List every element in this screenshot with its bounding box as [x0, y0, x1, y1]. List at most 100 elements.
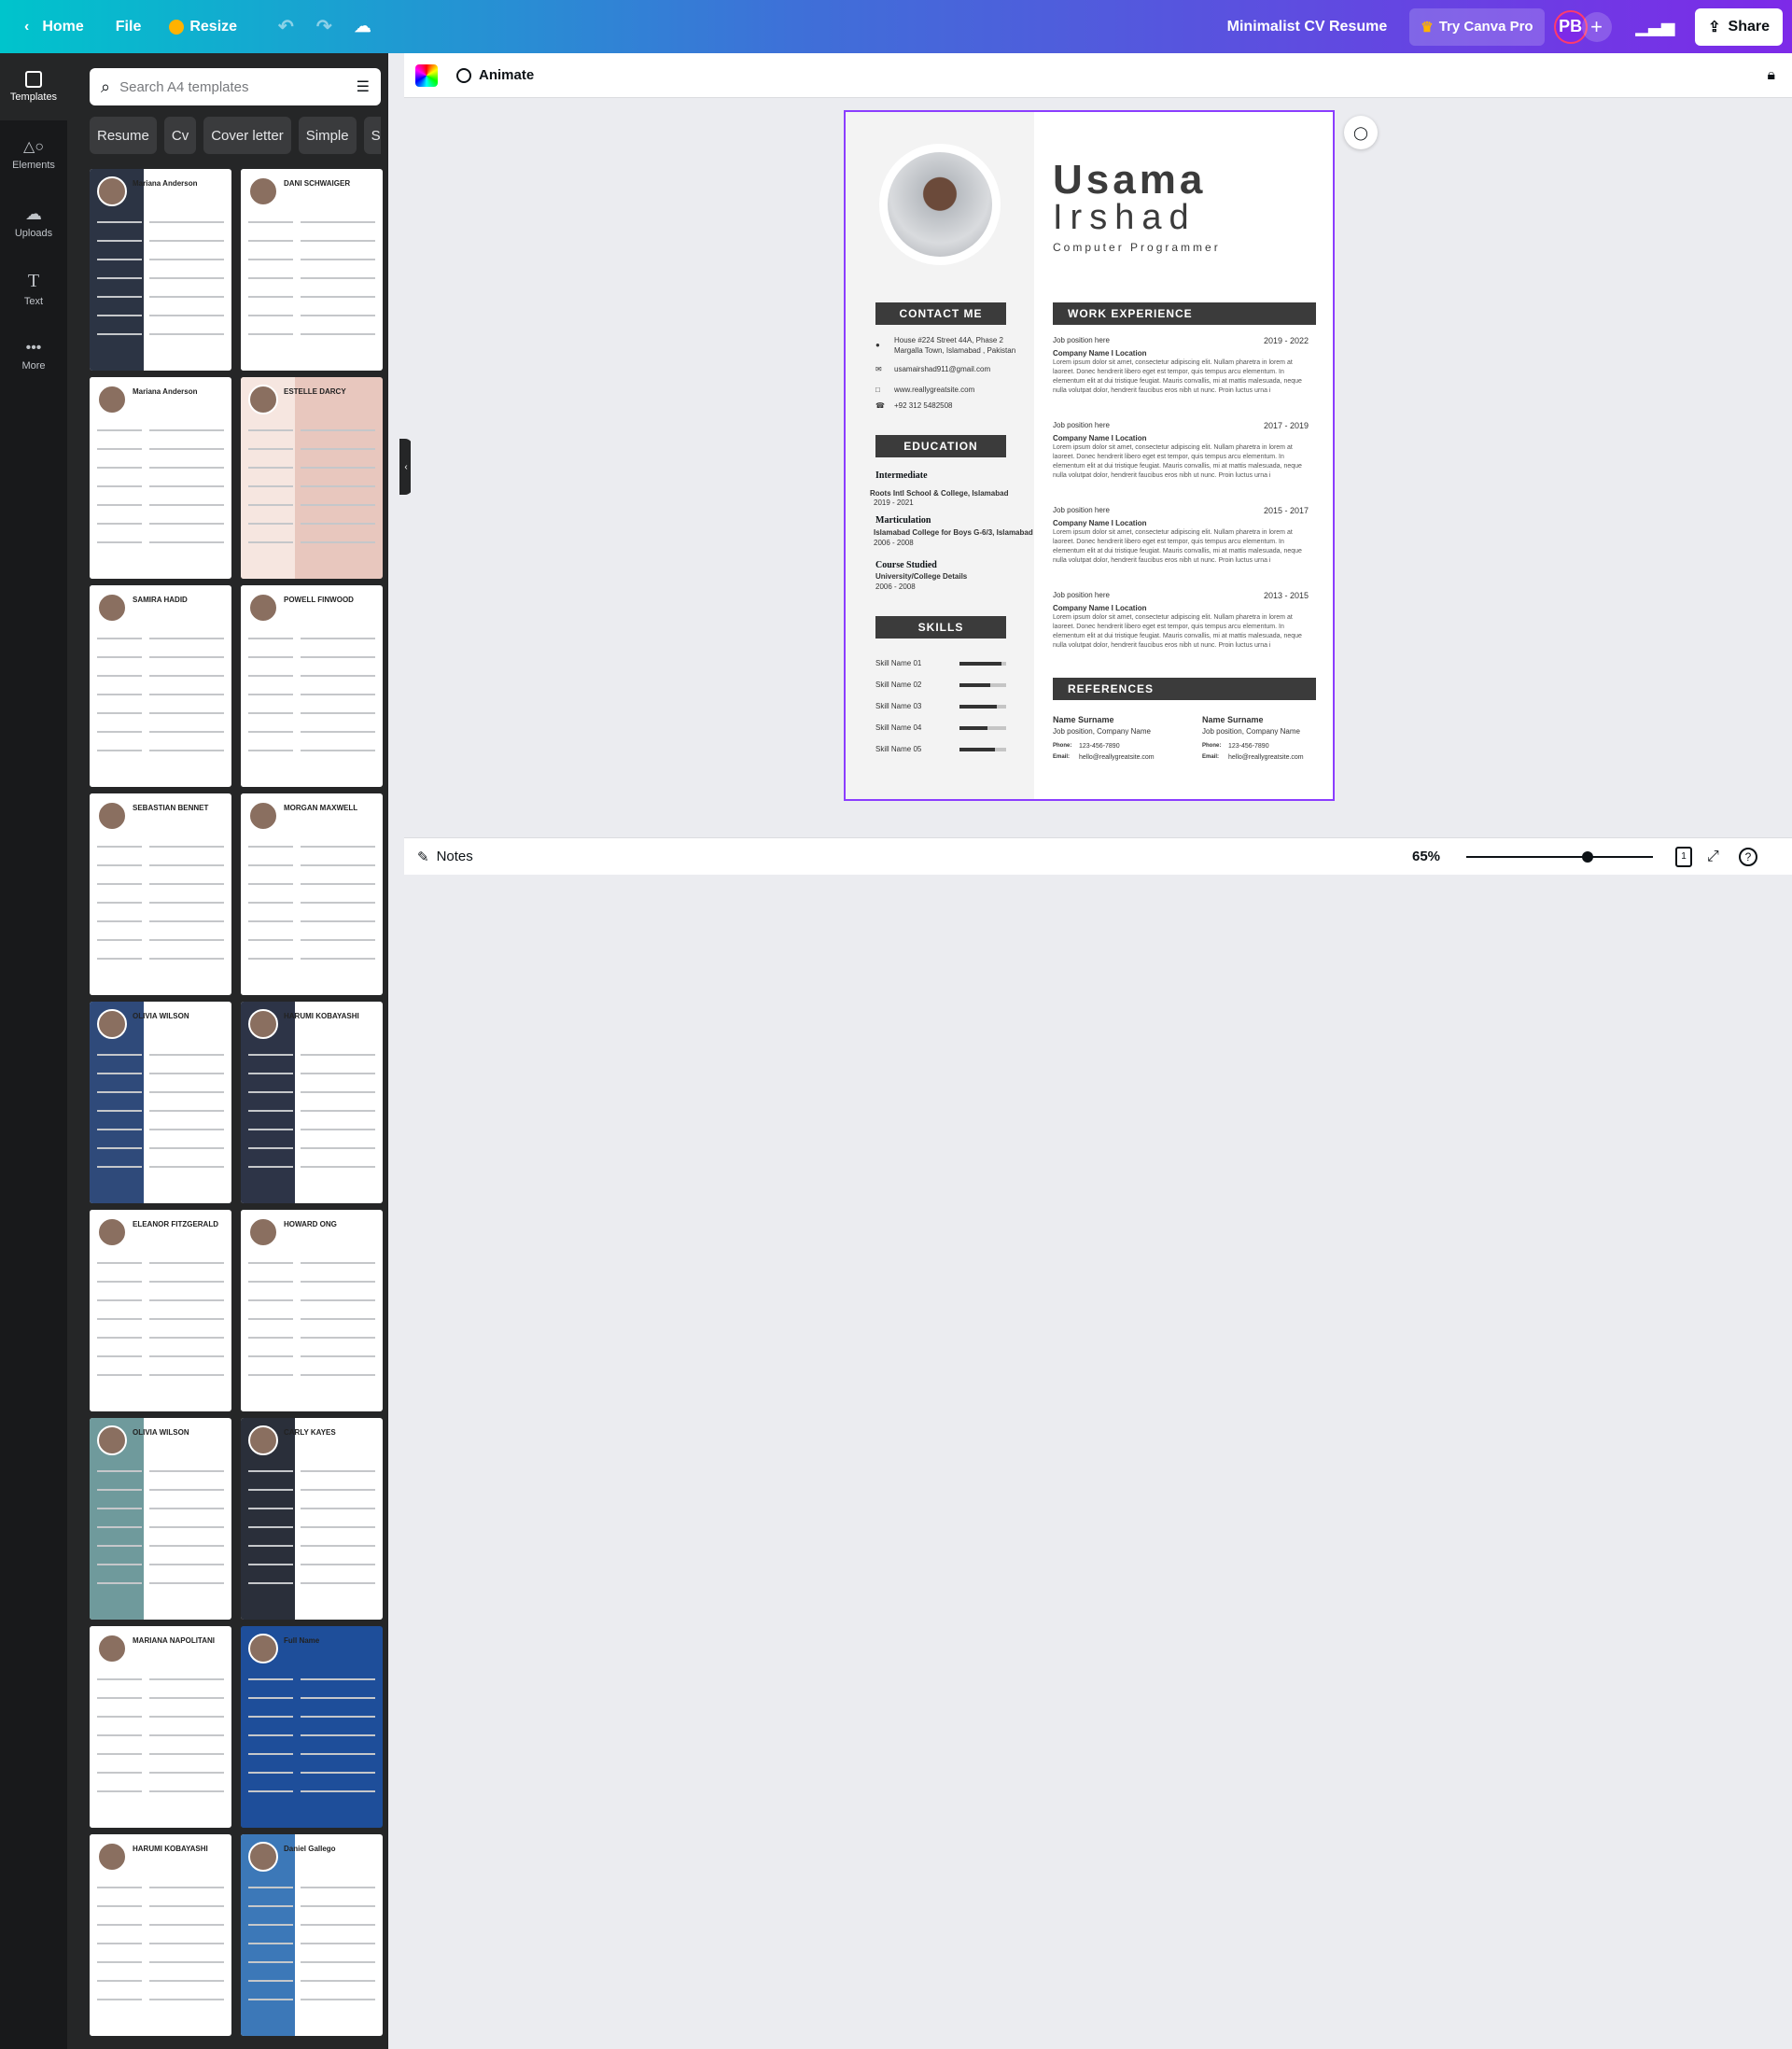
chip-cv[interactable]: Cv — [163, 117, 197, 154]
job-company[interactable]: Company Name I Location — [1053, 349, 1146, 358]
contact-address[interactable]: House #224 Street 44A, Phase 2 Margalla … — [894, 336, 1025, 357]
edu-years[interactable]: 2006 - 2008 — [875, 582, 916, 593]
education-header[interactable]: EDUCATION — [875, 435, 1006, 457]
fullscreen-icon[interactable]: ⤢ — [1707, 849, 1719, 865]
references-header[interactable]: REFERENCES — [1053, 678, 1316, 700]
rail-more[interactable]: ••• More — [0, 322, 67, 389]
redo-icon[interactable]: ↷ — [305, 8, 343, 46]
chip-cover-letter[interactable]: Cover letter — [203, 117, 291, 154]
rail-templates[interactable]: Templates — [0, 53, 67, 120]
add-collaborator-button[interactable]: + — [1581, 11, 1612, 42]
zoom-slider-knob[interactable] — [1582, 851, 1593, 863]
undo-icon[interactable]: ↶ — [267, 8, 305, 46]
lock-icon[interactable]: 🔒︎ — [1767, 67, 1775, 84]
edu-title[interactable]: Marticulation — [875, 515, 931, 526]
filter-icon[interactable]: ☰ — [357, 77, 370, 96]
template-thumbnail[interactable]: HARUMI KOBAYASHI — [90, 1834, 231, 2036]
contact-phone[interactable]: +92 312 5482508 — [894, 401, 953, 412]
profile-photo[interactable] — [879, 144, 1001, 265]
skill-name[interactable]: Skill Name 02 — [875, 681, 921, 691]
job-position[interactable]: Job position here — [1053, 421, 1110, 429]
template-thumbnail[interactable]: OLIVIA WILSON — [90, 1418, 231, 1620]
job-company[interactable]: Company Name I Location — [1053, 519, 1146, 527]
work-header[interactable]: WORK EXPERIENCE — [1053, 302, 1316, 325]
rail-elements[interactable]: △○ Elements — [0, 120, 67, 188]
resume-page[interactable]: Usama Irshad Computer Programmer CONTACT… — [844, 110, 1335, 801]
job-years[interactable]: 2017 - 2019 — [1264, 421, 1309, 430]
template-thumbnail[interactable]: Mariana Anderson — [90, 169, 231, 371]
job-position[interactable]: Job position here — [1053, 506, 1110, 514]
edu-title[interactable]: Course Studied — [875, 560, 937, 570]
share-button[interactable]: ⇪ Share — [1695, 7, 1783, 46]
skills-header[interactable]: SKILLS — [875, 616, 1006, 639]
help-icon[interactable]: ? — [1739, 847, 1757, 866]
contact-email[interactable]: usamairshad911@gmail.com — [894, 365, 990, 375]
contact-header[interactable]: CONTACT ME — [875, 302, 1006, 325]
skill-name[interactable]: Skill Name 03 — [875, 702, 921, 712]
ref-phone-label[interactable]: Phone: — [1202, 743, 1221, 749]
chip-resume[interactable]: Resume — [90, 117, 157, 154]
insights-icon[interactable]: ▁▃▅ — [1625, 8, 1687, 46]
chip-simple[interactable]: Simple — [298, 117, 357, 154]
ref-phone-label[interactable]: Phone: — [1053, 743, 1071, 749]
template-thumbnail[interactable]: Full Name — [241, 1626, 383, 1828]
edu-place[interactable]: Islamabad College for Boys G-6/3, Islama… — [874, 528, 1033, 539]
ref-email[interactable]: hello@reallygreatsite.com — [1228, 754, 1304, 761]
animate-button[interactable]: Animate — [456, 67, 534, 83]
edu-title[interactable]: Intermediate — [875, 470, 928, 481]
resume-last-name[interactable]: Irshad — [1053, 198, 1197, 238]
ref-phone[interactable]: 123-456-7890 — [1228, 743, 1269, 750]
ref-email[interactable]: hello@reallygreatsite.com — [1079, 754, 1155, 761]
edu-years[interactable]: 2006 - 2008 — [874, 539, 914, 549]
job-company[interactable]: Company Name I Location — [1053, 434, 1146, 442]
page-count-icon[interactable]: 1 — [1675, 846, 1692, 867]
job-description[interactable]: Lorem ipsum dolor sit amet, consectetur … — [1053, 613, 1316, 652]
resume-first-name[interactable]: Usama — [1053, 157, 1206, 203]
edu-place[interactable]: University/College Details — [875, 572, 967, 582]
rail-uploads[interactable]: ☁ Uploads — [0, 188, 67, 255]
template-thumbnail[interactable]: SEBASTIAN BENNET — [90, 793, 231, 995]
ref-name[interactable]: Name Surname — [1202, 715, 1264, 724]
search-input[interactable]: ⌕ Search A4 templates ☰ — [90, 68, 381, 105]
template-thumbnail[interactable]: SAMIRA HADID — [90, 585, 231, 787]
ref-position[interactable]: Job position, Company Name — [1202, 727, 1300, 736]
zoom-slider[interactable] — [1466, 851, 1653, 863]
job-years[interactable]: 2019 - 2022 — [1264, 336, 1309, 345]
job-description[interactable]: Lorem ipsum dolor sit amet, consectetur … — [1053, 443, 1316, 482]
rail-text[interactable]: T Text — [0, 255, 67, 322]
job-years[interactable]: 2013 - 2015 — [1264, 591, 1309, 600]
notes-button[interactable]: ✎ Notes — [417, 849, 473, 865]
job-description[interactable]: Lorem ipsum dolor sit amet, consectetur … — [1053, 358, 1316, 397]
home-button[interactable]: ‹ Home — [13, 8, 95, 46]
skill-name[interactable]: Skill Name 05 — [875, 745, 921, 755]
design-title[interactable]: Minimalist CV Resume — [1227, 19, 1388, 35]
cloud-save-icon[interactable]: ☁ — [343, 8, 383, 46]
skill-name[interactable]: Skill Name 04 — [875, 723, 921, 734]
template-thumbnail[interactable]: CARLY KAYES — [241, 1418, 383, 1620]
ref-email-label[interactable]: Email: — [1202, 754, 1219, 760]
template-thumbnail[interactable]: MARIANA NAPOLITANI — [90, 1626, 231, 1828]
template-thumbnail[interactable]: POWELL FINWOOD — [241, 585, 383, 787]
template-thumbnail[interactable]: HARUMI KOBAYASHI — [241, 1002, 383, 1203]
skill-name[interactable]: Skill Name 01 — [875, 659, 921, 669]
template-thumbnail[interactable]: DANI SCHWAIGER — [241, 169, 383, 371]
ref-phone[interactable]: 123-456-7890 — [1079, 743, 1120, 750]
zoom-value[interactable]: 65% — [1412, 849, 1440, 864]
template-thumbnail[interactable]: OLIVIA WILSON — [90, 1002, 231, 1203]
template-thumbnail[interactable]: Daniel Gallego — [241, 1834, 383, 2036]
color-palette-icon[interactable] — [415, 63, 438, 87]
resume-role[interactable]: Computer Programmer — [1053, 241, 1221, 254]
comment-icon[interactable]: ◯ — [1344, 116, 1378, 149]
job-position[interactable]: Job position here — [1053, 591, 1110, 599]
job-description[interactable]: Lorem ipsum dolor sit amet, consectetur … — [1053, 528, 1316, 567]
contact-website[interactable]: www.reallygreatsite.com — [894, 386, 974, 396]
template-thumbnail[interactable]: HOWARD ONG — [241, 1210, 383, 1411]
job-position[interactable]: Job position here — [1053, 336, 1110, 344]
job-company[interactable]: Company Name I Location — [1053, 604, 1146, 612]
template-thumbnail[interactable]: MORGAN MAXWELL — [241, 793, 383, 995]
edu-years[interactable]: 2019 - 2021 — [874, 498, 914, 509]
template-thumbnail[interactable]: ESTELLE DARCY — [241, 377, 383, 579]
job-years[interactable]: 2015 - 2017 — [1264, 506, 1309, 515]
template-thumbnail[interactable]: ELEANOR FITZGERALD — [90, 1210, 231, 1411]
resize-button[interactable]: Resize — [158, 8, 248, 46]
